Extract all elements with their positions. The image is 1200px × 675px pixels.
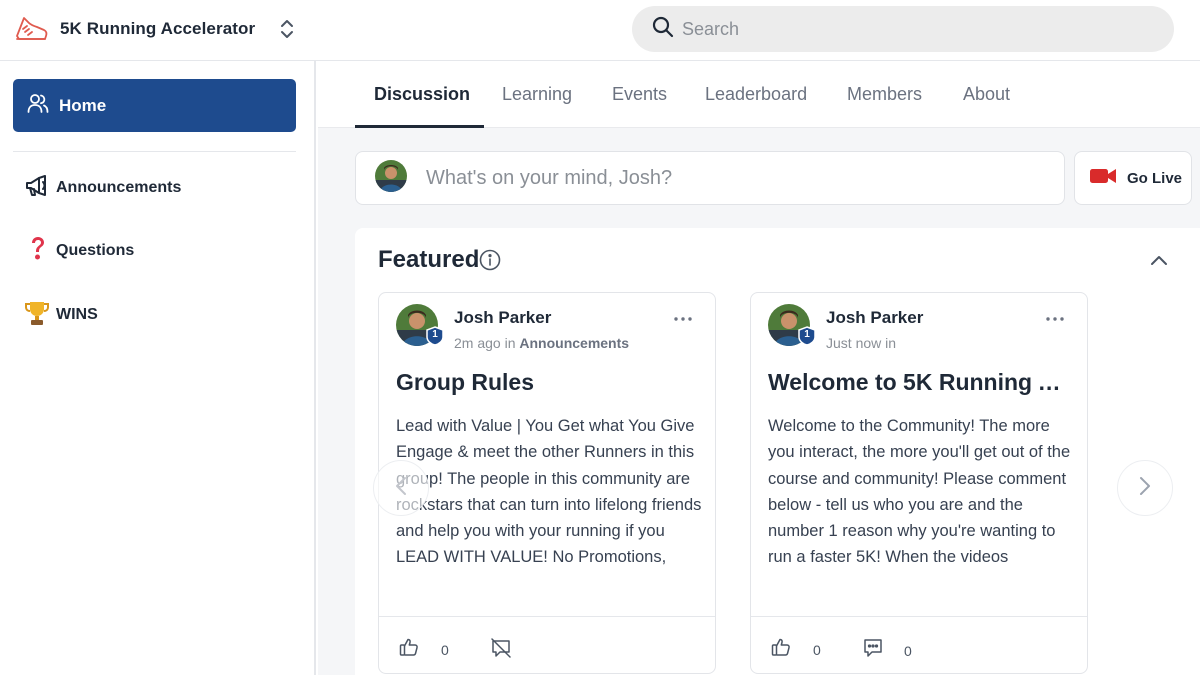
sidebar-item-wins[interactable]: WINS: [24, 300, 98, 330]
post-title[interactable]: Group Rules: [396, 369, 701, 396]
post-meta: Just now in: [826, 335, 896, 351]
post-time: Just now in: [826, 335, 897, 351]
tab-members[interactable]: Members: [847, 61, 922, 128]
like-button[interactable]: 0: [399, 637, 449, 662]
sidebar: Home Announcements Questions WINS: [0, 61, 316, 675]
megaphone-icon: [24, 173, 50, 204]
more-options-icon[interactable]: [671, 309, 695, 329]
community-tabs: Discussion Learning Events Leaderboard M…: [318, 61, 1200, 128]
switch-community-chevrons-icon[interactable]: [277, 16, 297, 42]
trophy-icon: [24, 299, 50, 332]
sidebar-item-label: Home: [59, 95, 107, 115]
level-number: 1: [804, 329, 810, 340]
community-name: 5K Running Accelerator: [60, 19, 256, 38]
level-badge-icon: 1: [426, 326, 444, 346]
sidebar-item-home[interactable]: Home: [13, 79, 296, 132]
comment-button[interactable]: 0: [862, 637, 912, 664]
go-live-button[interactable]: Go Live: [1074, 151, 1192, 205]
info-icon[interactable]: [479, 249, 501, 271]
author-avatar[interactable]: 1: [396, 304, 444, 348]
carousel-prev-button[interactable]: [373, 460, 429, 516]
sidebar-item-label: Announcements: [56, 179, 182, 196]
featured-title: Featured: [378, 246, 480, 273]
comment-bubble-icon: [862, 637, 884, 664]
author-avatar[interactable]: 1: [768, 304, 816, 348]
sidebar-item-announcements[interactable]: Announcements: [24, 173, 181, 203]
chevron-right-icon: [1138, 475, 1152, 502]
collapse-chevron-up-icon[interactable]: [1148, 250, 1170, 272]
main-content: Discussion Learning Events Leaderboard M…: [318, 61, 1200, 675]
featured-post-card[interactable]: 1 Josh Parker Just now in Welcome to 5K …: [750, 292, 1088, 674]
video-camera-icon: [1089, 166, 1117, 191]
brand[interactable]: 5K Running Accelerator: [14, 12, 297, 46]
sidebar-item-label: WINS: [56, 306, 98, 323]
level-number: 1: [432, 329, 438, 340]
card-divider: [379, 616, 715, 617]
more-options-icon[interactable]: [1043, 309, 1067, 329]
post-meta: 2m ago in Announcements: [454, 335, 629, 351]
card-divider: [751, 616, 1087, 617]
author-name[interactable]: Josh Parker: [454, 308, 551, 328]
level-badge-icon: 1: [798, 326, 816, 346]
composer-placeholder: What's on your mind, Josh?: [426, 166, 673, 189]
post-composer[interactable]: What's on your mind, Josh?: [355, 151, 1065, 205]
author-name[interactable]: Josh Parker: [826, 308, 923, 328]
post-body: Lead with Value | You Get what You Give …: [396, 417, 702, 567]
running-shoe-logo-icon: [14, 12, 48, 46]
sidebar-item-label: Questions: [56, 242, 135, 259]
thumbs-up-icon: [771, 637, 791, 662]
search-bar[interactable]: [632, 6, 1174, 52]
like-count: 0: [441, 641, 449, 658]
like-button[interactable]: 0: [771, 637, 821, 662]
comments-disabled-icon: [490, 637, 512, 664]
tab-events[interactable]: Events: [612, 61, 667, 128]
sidebar-item-questions[interactable]: Questions: [24, 236, 134, 266]
tab-about[interactable]: About: [963, 61, 1010, 128]
featured-section: Featured 1 Josh Parker 2m ago in Announc…: [355, 228, 1200, 675]
avatar: [375, 159, 407, 197]
carousel-next-button[interactable]: [1117, 460, 1173, 516]
search-input[interactable]: [682, 18, 1122, 40]
like-count: 0: [813, 641, 821, 658]
tab-learning[interactable]: Learning: [502, 61, 572, 128]
tab-discussion[interactable]: Discussion: [374, 61, 470, 128]
sidebar-divider: [13, 151, 296, 152]
comment-count: 0: [904, 642, 912, 659]
post-title[interactable]: Welcome to 5K Running Ac...: [768, 369, 1073, 396]
search-icon: [652, 16, 674, 43]
post-time: 2m ago in: [454, 335, 516, 351]
post-body: Welcome to the Community! The more you i…: [768, 417, 1071, 567]
go-live-label: Go Live: [1127, 169, 1183, 187]
top-bar: 5K Running Accelerator: [0, 0, 1200, 61]
comments-disabled-button[interactable]: [490, 637, 512, 664]
post-category-link[interactable]: Announcements: [519, 335, 629, 351]
thumbs-up-icon: [399, 637, 419, 662]
active-tab-indicator: [355, 125, 484, 128]
users-icon: [27, 92, 49, 119]
tab-leaderboard[interactable]: Leaderboard: [705, 61, 807, 128]
chevron-left-icon: [394, 475, 408, 502]
question-mark-icon: [24, 235, 50, 268]
